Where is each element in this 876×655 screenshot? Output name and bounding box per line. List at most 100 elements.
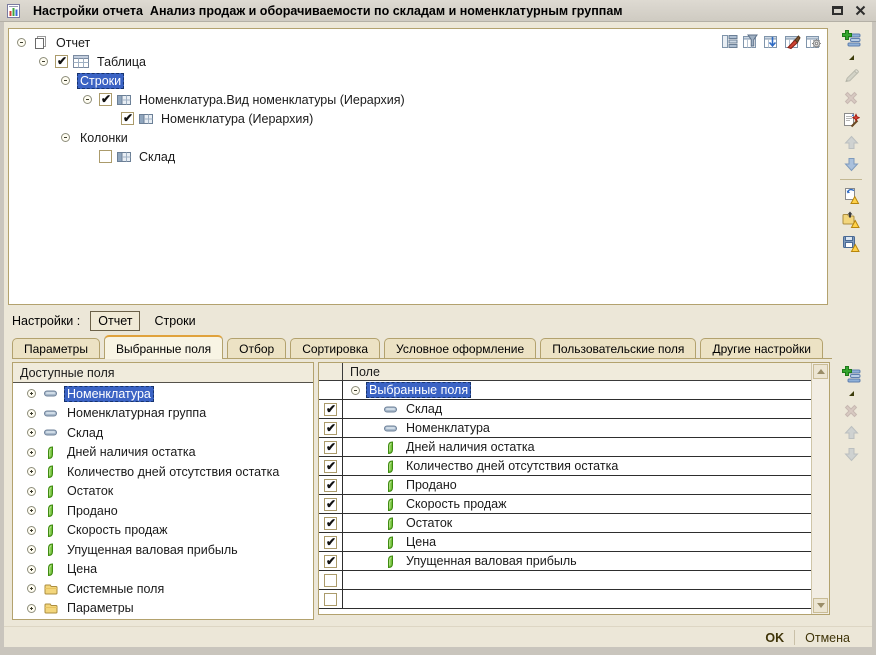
add-icon[interactable]	[842, 366, 861, 383]
tab-другие-настройки[interactable]: Другие настройки	[700, 338, 823, 358]
available-field-label[interactable]: Дней наличия остатка	[64, 444, 199, 460]
expander-minus-icon[interactable]	[83, 95, 92, 104]
selected-field-label[interactable]: Остаток	[403, 515, 455, 531]
save-settings-icon[interactable]	[842, 235, 860, 252]
selected-field-row: Цена	[319, 533, 812, 552]
checkbox[interactable]	[324, 574, 337, 587]
expander-plus-icon[interactable]	[27, 428, 36, 437]
close-button[interactable]	[855, 5, 866, 16]
ok-button[interactable]: OK	[755, 629, 794, 647]
available-field-label[interactable]: Упущенная валовая прибыль	[64, 542, 241, 558]
field-column-header: Поле	[343, 363, 812, 380]
expander-plus-icon[interactable]	[27, 584, 36, 593]
custom-fields-icon[interactable]	[843, 112, 860, 128]
checkbox[interactable]	[121, 112, 134, 125]
row-content: Продано	[343, 476, 812, 494]
expander-plus-icon[interactable]	[27, 467, 36, 476]
available-field-label[interactable]: Номенклатурная группа	[64, 405, 209, 421]
restore-settings-icon[interactable]	[842, 187, 860, 204]
checkbox[interactable]	[324, 593, 337, 606]
resource-icon	[383, 441, 397, 454]
conditional-appearance-icon[interactable]	[783, 32, 801, 50]
selected-field-label[interactable]: Дней наличия остатка	[403, 439, 538, 455]
expander-plus-icon[interactable]	[27, 487, 36, 496]
expander-minus-icon[interactable]	[17, 38, 26, 47]
available-field-label[interactable]: Продано	[64, 503, 121, 519]
settings-scope-button[interactable]: Строки	[146, 311, 203, 331]
available-field-label[interactable]: Остаток	[64, 483, 116, 499]
selected-field-label[interactable]: Продано	[403, 477, 460, 493]
tree-item-label[interactable]: Склад	[136, 149, 178, 165]
settings-scope-active-button[interactable]: Отчет	[90, 311, 140, 331]
expander-plus-icon[interactable]	[27, 526, 36, 535]
available-field-label[interactable]: Цена	[64, 561, 100, 577]
selected-field-label[interactable]: Номенклатура	[403, 420, 493, 436]
maximize-button[interactable]	[832, 6, 843, 15]
checkbox[interactable]	[324, 403, 337, 416]
checkbox[interactable]	[99, 150, 112, 163]
checkbox[interactable]	[324, 479, 337, 492]
available-field-label[interactable]: Склад	[64, 425, 106, 441]
expander-plus-icon[interactable]	[27, 506, 36, 515]
settings-gear-icon[interactable]	[804, 32, 822, 50]
checkbox[interactable]	[324, 498, 337, 511]
checkbox[interactable]	[324, 536, 337, 549]
selected-field-label[interactable]: Количество дней отсутствия остатка	[403, 458, 621, 474]
add-menu-arrow-icon[interactable]	[848, 54, 855, 61]
scroll-down-button[interactable]	[813, 598, 828, 613]
available-field-label[interactable]: Количество дней отсутствия остатка	[64, 464, 282, 480]
grouping-icon[interactable]	[720, 32, 738, 50]
tree-item-label[interactable]: Отчет	[53, 35, 93, 51]
tree-item-label[interactable]: Номенклатура (Иерархия)	[158, 111, 316, 127]
tree-item-label[interactable]: Таблица	[94, 54, 149, 70]
structure-toolbar	[720, 32, 822, 50]
expander-minus-icon[interactable]	[61, 133, 70, 142]
expander-plus-icon[interactable]	[27, 409, 36, 418]
cancel-button[interactable]: Отмена	[795, 629, 860, 647]
resource-icon	[43, 563, 58, 576]
move-down-icon[interactable]	[844, 157, 859, 172]
available-field-label[interactable]: Параметры	[64, 600, 137, 616]
checkbox[interactable]	[324, 555, 337, 568]
selected-field-label[interactable]: Склад	[403, 401, 445, 417]
expander-plus-icon[interactable]	[27, 604, 36, 613]
vertical-scrollbar[interactable]	[811, 363, 829, 614]
selected-field-label[interactable]: Цена	[403, 534, 439, 550]
expander-minus-icon[interactable]	[61, 76, 70, 85]
filter-icon[interactable]	[741, 32, 759, 50]
sort-icon[interactable]	[762, 32, 780, 50]
tab-отбор[interactable]: Отбор	[227, 338, 286, 358]
expander-plus-icon[interactable]	[27, 448, 36, 457]
selected-field-label[interactable]: Упущенная валовая прибыль	[403, 553, 580, 569]
checkbox[interactable]	[99, 93, 112, 106]
scroll-up-button[interactable]	[813, 364, 828, 379]
expander-plus-icon[interactable]	[27, 545, 36, 554]
selected-fields-root-label[interactable]: Выбранные поля	[366, 382, 471, 398]
available-field-label[interactable]: Номенклатура	[64, 386, 154, 402]
tree-item-label[interactable]: Колонки	[77, 130, 131, 146]
tab-параметры[interactable]: Параметры	[12, 338, 100, 358]
add-menu-arrow-icon[interactable]	[848, 390, 855, 397]
expander-plus-icon[interactable]	[27, 565, 36, 574]
checkbox[interactable]	[324, 460, 337, 473]
selected-field-label[interactable]: Скорость продаж	[403, 496, 509, 512]
checkbox[interactable]	[324, 517, 337, 530]
checkbox[interactable]	[324, 441, 337, 454]
tab-пользовательские-поля[interactable]: Пользовательские поля	[540, 338, 696, 358]
resource-icon	[43, 446, 58, 459]
tab-сортировка[interactable]: Сортировка	[290, 338, 380, 358]
checkbox[interactable]	[324, 422, 337, 435]
expander-minus-icon[interactable]	[39, 57, 48, 66]
tab-выбранные-поля[interactable]: Выбранные поля	[104, 335, 223, 359]
add-icon[interactable]	[842, 30, 861, 47]
available-field-label[interactable]: Системные поля	[64, 581, 167, 597]
expander-plus-icon[interactable]	[27, 389, 36, 398]
load-settings-icon[interactable]	[842, 211, 860, 228]
expander-minus-icon[interactable]	[351, 386, 360, 395]
tab-условное-оформление[interactable]: Условное оформление	[384, 338, 536, 358]
tree-item-label[interactable]: Строки	[77, 73, 124, 89]
tree-item-label[interactable]: Номенклатура.Вид номенклатуры (Иерархия)	[136, 92, 408, 108]
tree-row: Отчет	[9, 33, 827, 52]
checkbox[interactable]	[55, 55, 68, 68]
available-field-label[interactable]: Скорость продаж	[64, 522, 170, 538]
